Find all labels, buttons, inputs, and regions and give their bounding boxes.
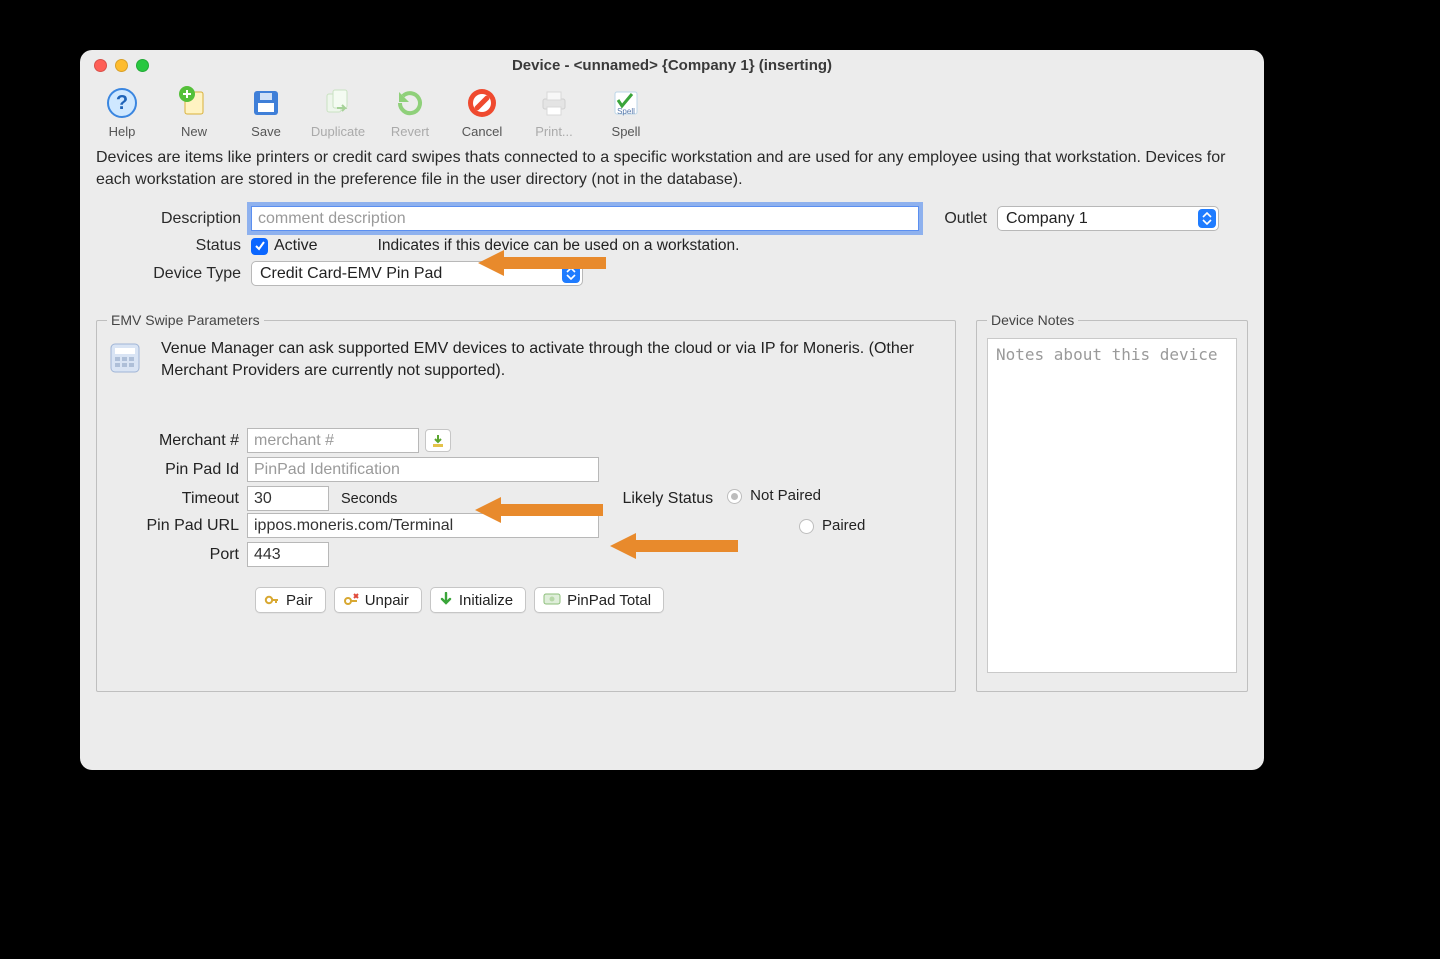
new-button[interactable]: New [164, 86, 224, 139]
titlebar: Device - <unnamed> {Company 1} (insertin… [80, 50, 1264, 80]
help-button[interactable]: ? Help [92, 86, 152, 139]
port-label: Port [107, 546, 247, 564]
active-checkbox[interactable] [251, 238, 268, 255]
timeout-unit: Seconds [341, 491, 397, 507]
svg-text:?: ? [116, 92, 128, 114]
print-icon [537, 86, 571, 120]
toolbar: ? Help New Save Duplicate [80, 80, 1264, 139]
spell-icon: Spell [609, 86, 643, 120]
svg-text:Spell: Spell [617, 107, 635, 116]
spell-button[interactable]: Spell Spell [596, 86, 656, 139]
port-input[interactable] [247, 542, 329, 567]
zoom-icon[interactable] [136, 59, 149, 72]
device-window: Device - <unnamed> {Company 1} (insertin… [80, 50, 1264, 770]
timeout-input[interactable] [247, 486, 329, 511]
device-notes-input[interactable] [987, 338, 1237, 673]
pinpad-total-button[interactable]: PinPad Total [534, 587, 664, 613]
key-remove-icon [343, 592, 359, 608]
paired-label: Paired [822, 517, 865, 534]
merchant-label: Merchant # [107, 432, 247, 450]
not-paired-radio [727, 489, 742, 504]
description-label: Description [96, 210, 251, 228]
unpair-button[interactable]: Unpair [334, 587, 422, 613]
device-type-select[interactable]: Credit Card-EMV Pin Pad [251, 261, 583, 286]
top-form: Description Outlet Company 1 Status Acti… [80, 194, 1264, 302]
status-hint: Indicates if this device can be used on … [378, 237, 740, 255]
notes-fieldset: Device Notes [976, 312, 1248, 692]
chevron-updown-icon [1198, 209, 1216, 228]
description-input[interactable] [251, 206, 919, 231]
active-label: Active [274, 237, 318, 255]
pinpad-device-icon [107, 338, 151, 382]
print-button: Print... [524, 86, 584, 139]
outlet-value: Company 1 [1006, 210, 1088, 228]
duplicate-button: Duplicate [308, 86, 368, 139]
timeout-label: Timeout [107, 490, 247, 508]
arrow-down-icon [439, 592, 453, 608]
close-icon[interactable] [94, 59, 107, 72]
save-button[interactable]: Save [236, 86, 296, 139]
cancel-icon [465, 86, 499, 120]
check-icon [254, 240, 266, 252]
pinpad-url-label: Pin Pad URL [107, 517, 247, 535]
pinpad-url-input[interactable] [247, 513, 599, 538]
window-title: Device - <unnamed> {Company 1} (insertin… [80, 57, 1264, 74]
emv-description: Venue Manager can ask supported EMV devi… [161, 338, 945, 381]
revert-button: Revert [380, 86, 440, 139]
device-type-label: Device Type [96, 265, 251, 283]
status-label: Status [96, 237, 251, 255]
outlet-select[interactable]: Company 1 [997, 206, 1219, 231]
outlet-label: Outlet [919, 210, 997, 228]
pair-button[interactable]: Pair [255, 587, 326, 613]
help-icon: ? [105, 86, 139, 120]
initialize-button[interactable]: Initialize [430, 587, 526, 613]
new-icon [177, 86, 211, 120]
emv-legend: EMV Swipe Parameters [107, 312, 264, 328]
minimize-icon[interactable] [115, 59, 128, 72]
duplicate-icon [321, 86, 355, 120]
key-icon [264, 592, 280, 608]
paired-radio [799, 519, 814, 534]
pinpad-id-label: Pin Pad Id [107, 461, 247, 479]
not-paired-label: Not Paired [750, 487, 821, 504]
likely-status-label: Likely Status [622, 490, 713, 508]
money-icon [543, 593, 561, 607]
download-icon [430, 433, 446, 449]
emv-fieldset: EMV Swipe Parameters Venue Manager can a… [96, 312, 956, 692]
device-type-value: Credit Card-EMV Pin Pad [260, 265, 442, 283]
notes-legend: Device Notes [987, 312, 1078, 328]
cancel-button[interactable]: Cancel [452, 86, 512, 139]
save-icon [249, 86, 283, 120]
pinpad-id-input[interactable] [247, 457, 599, 482]
revert-icon [393, 86, 427, 120]
merchant-input[interactable] [247, 428, 419, 453]
intro-text: Devices are items like printers or credi… [80, 139, 1264, 194]
chevron-updown-icon [562, 264, 580, 283]
merchant-lookup-button[interactable] [425, 429, 451, 452]
